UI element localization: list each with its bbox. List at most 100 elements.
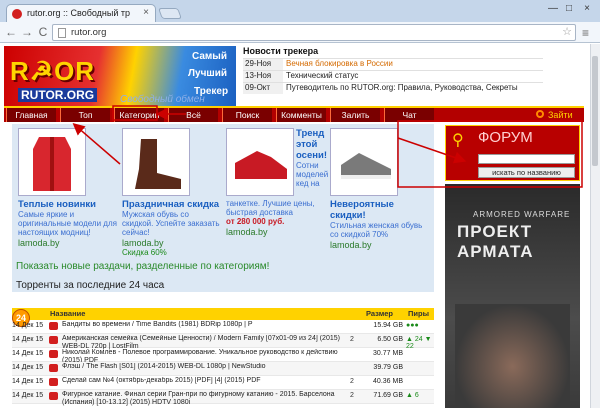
screenshot-root: rutor.org :: Свободный тр × — □ × ← → C … — [0, 0, 600, 408]
address-bar[interactable]: rutor.org ☆ — [52, 24, 576, 41]
row-date: 14 Дек 15 — [12, 378, 44, 385]
row-peers: ●●● — [406, 322, 419, 329]
column-name: Название — [50, 309, 86, 318]
table-row[interactable]: 14 Дек 15 Николай Комлев - Полевое прогр… — [12, 348, 434, 364]
row-peers: ▲ 6 — [406, 392, 419, 399]
row-size: 71.69 GB — [373, 392, 403, 399]
table-header: 24 Название Размер Пиры — [12, 308, 434, 327]
ad-description: Самые яркие и оригинальные модели для на… — [18, 210, 117, 237]
jacket-icon — [33, 137, 71, 191]
ad-discount: Скидка 60% — [122, 248, 167, 257]
scrollbar-thumb[interactable] — [592, 56, 598, 166]
browser-tab[interactable]: rutor.org :: Свободный тр × — [6, 4, 156, 22]
column-size: Размер — [366, 309, 394, 318]
row-name[interactable]: Флэш / The Flash [S01] (2014-2015) WEB-D… — [62, 363, 347, 371]
menu-item-top[interactable]: Топ — [60, 108, 110, 122]
row-comments[interactable]: 2 — [350, 336, 362, 343]
tab-close-icon[interactable]: × — [143, 7, 149, 18]
back-button[interactable]: ← — [4, 25, 18, 39]
armored-warfare-banner[interactable]: ARMORED WARFARE ПРОЕКТ АРМАТА — [445, 184, 580, 408]
menu-item-all[interactable]: Всё — [168, 108, 218, 122]
ad-description: Стильная женская обувь со скидкой 70% — [330, 221, 423, 239]
row-name[interactable]: Сделай сам №4 (октябрь-декабрь 2015) [PD… — [62, 377, 347, 385]
site-logo[interactable]: R☭OR RUTOR.ORG Самый Лучший Трекер Свобо… — [4, 46, 236, 106]
forum-label[interactable]: ФОРУМ — [478, 129, 533, 146]
ad-image-shoe[interactable] — [226, 128, 294, 196]
menu-item-upload[interactable]: Залить — [330, 108, 380, 122]
news-item: 13-Ноя Технический статус — [243, 70, 543, 82]
categories-link[interactable]: Показать новые раздачи, разделенные по к… — [16, 261, 269, 272]
ad-title[interactable]: Невероятные скидки! — [330, 199, 430, 221]
maximize-button[interactable]: □ — [562, 3, 576, 14]
row-date: 14 Дек 15 — [12, 336, 44, 343]
ad-site[interactable]: lamoda.by — [122, 238, 222, 248]
menu-item-chat[interactable]: Чат — [384, 108, 434, 122]
page-content: R☭OR RUTOR.ORG Самый Лучший Трекер Свобо… — [0, 44, 600, 408]
menu-item-categories[interactable]: Категории — [114, 108, 164, 122]
download-icon[interactable] — [49, 322, 58, 330]
table-row[interactable]: 14 Дек 15 Сделай сам №4 (октябрь-декабрь… — [12, 376, 434, 390]
main-menu: Главная Топ Категории Всё Поиск Комменты… — [4, 106, 584, 122]
torrent-table: 24 Название Размер Пиры 14 Дек 15 Бандит… — [12, 308, 434, 406]
forum-search-input[interactable] — [478, 154, 575, 164]
menu-item-search[interactable]: Поиск — [222, 108, 272, 122]
row-comments[interactable]: 2 — [350, 378, 362, 385]
table-row[interactable]: 14 Дек 15 Американская семейка (Семейные… — [12, 334, 434, 350]
ad-item[interactable]: Праздничная скидка Мужская обувь со скид… — [122, 128, 222, 257]
ad-site[interactable]: lamoda.by — [226, 227, 326, 237]
red-shoe-icon — [235, 151, 287, 179]
download-icon[interactable] — [49, 392, 58, 400]
download-icon[interactable] — [49, 364, 58, 372]
ad-title[interactable]: Праздничная скидка — [122, 199, 222, 210]
rutor-favicon-icon — [12, 9, 22, 19]
ad-image-sneaker[interactable] — [330, 128, 398, 196]
row-comments[interactable]: 2 — [350, 392, 362, 399]
browser-menu-icon[interactable]: ≡ — [582, 26, 594, 40]
ad-description: танкетке. Лучшие цены, быстрая доставка — [226, 199, 315, 217]
logo-subtitle: Свободный обмен — [120, 94, 205, 105]
ad-image-jacket[interactable] — [18, 128, 86, 196]
new-tab-button[interactable] — [157, 8, 183, 19]
news-link[interactable]: Технический статус — [283, 71, 358, 82]
slogan-line-2: Лучший — [188, 68, 228, 79]
table-row[interactable]: 14 Дек 15 Бандиты во времени / Time Band… — [12, 320, 434, 334]
page-icon — [58, 28, 66, 38]
news-date: 09-Окт — [243, 83, 283, 94]
row-name[interactable]: Бандиты во времени / Time Bandits (1981)… — [62, 321, 347, 329]
close-window-button[interactable]: × — [580, 3, 594, 14]
ad-image-boot[interactable] — [122, 128, 190, 196]
ad-item[interactable]: Теплые новинки Самые яркие и оригинальны… — [18, 128, 118, 248]
news-title: Новости трекера — [243, 46, 319, 56]
menu-item-comments[interactable]: Комменты — [276, 108, 326, 122]
ad-price: от 280 000 руб. — [226, 217, 285, 226]
download-icon[interactable] — [49, 350, 58, 358]
login-button[interactable]: Зайти — [536, 108, 582, 122]
table-row[interactable]: 14 Дек 15 Фигурное катание. Финал серии … — [12, 390, 434, 406]
browser-tab-bar: rutor.org :: Свободный тр × — □ × — [0, 0, 600, 22]
bookmark-star-icon[interactable]: ☆ — [562, 25, 572, 38]
ad-item[interactable]: Тренд этой осени! Сотни моделей кед на т… — [226, 128, 328, 237]
ad-site[interactable]: lamoda.by — [18, 238, 118, 248]
address-url: rutor.org — [71, 27, 107, 38]
minimize-button[interactable]: — — [546, 3, 560, 14]
ad-item[interactable]: Невероятные скидки! Стильная женская обу… — [330, 128, 430, 250]
forward-button[interactable]: → — [20, 25, 34, 39]
download-icon[interactable] — [49, 336, 58, 344]
news-link[interactable]: Вечная блокировка в России — [283, 59, 393, 70]
login-icon — [536, 110, 544, 118]
row-size: 39.79 GB — [373, 364, 403, 371]
forum-search-button[interactable]: искать по названию — [478, 167, 575, 178]
ad-title[interactable]: Теплые новинки — [18, 199, 118, 210]
row-name[interactable]: Фигурное катание. Финал серии Гран-при п… — [62, 391, 347, 406]
download-icon[interactable] — [49, 378, 58, 386]
table-row[interactable]: 14 Дек 15 Флэш / The Flash [S01] (2014-2… — [12, 362, 434, 376]
news-link[interactable]: Путеводитель по RUTOR.org: Правила, Руко… — [283, 83, 518, 94]
banner-line-2: ПРОЕКТ АРМАТА — [457, 222, 534, 261]
login-label: Зайти — [548, 110, 573, 120]
ad-site[interactable]: lamoda.by — [330, 240, 430, 250]
reload-button[interactable]: C — [36, 25, 50, 39]
news-date: 29-Ноя — [243, 59, 283, 70]
menu-item-home[interactable]: Главная — [6, 108, 56, 122]
logo-text: R☭OR — [10, 56, 96, 86]
slogan-line-1: Самый — [192, 51, 227, 62]
